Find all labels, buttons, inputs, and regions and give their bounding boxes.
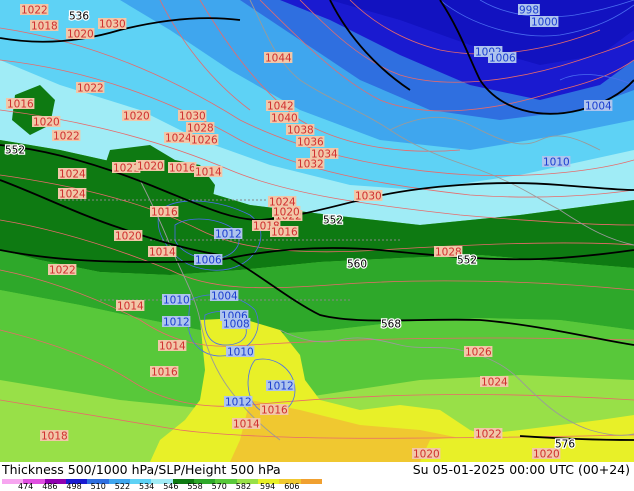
pressure-label: 1004 <box>585 101 612 113</box>
height-label: 552 <box>457 255 477 267</box>
pressure-label: 1012 <box>225 397 252 409</box>
pressure-label: 1010 <box>227 347 254 359</box>
pressure-label: 1036 <box>297 137 324 149</box>
pressure-label: 1018 <box>31 21 58 33</box>
pressure-label: 1024 <box>481 377 508 389</box>
thickness-legend: 474 486 498 510 522 534 546 558 570 582 594 606 <box>2 479 322 491</box>
pressure-label: 1020 <box>413 449 440 461</box>
footer: Thickness 500/1000 hPa/SLP/Height 500 hP… <box>0 462 634 491</box>
pressure-label: 1040 <box>271 113 298 125</box>
pressure-label: 1022 <box>77 83 104 95</box>
pressure-label: 1016 <box>7 99 34 111</box>
valid-time: Su 05-01-2025 00:00 UTC (00+24) <box>412 462 630 477</box>
pressure-label: 1042 <box>267 101 294 113</box>
height-label: 568 <box>381 319 401 331</box>
pressure-label: 1020 <box>115 231 142 243</box>
pressure-label: 1008 <box>223 319 250 331</box>
pressure-label: 1020 <box>67 29 94 41</box>
pressure-label: 1012 <box>163 317 190 329</box>
pressure-label: 1026 <box>465 347 492 359</box>
pressure-label: 1012 <box>215 229 242 241</box>
height-label: 552 <box>5 145 25 157</box>
pressure-label: 1020 <box>123 111 150 123</box>
pressure-label: 1038 <box>287 125 314 137</box>
pressure-label: 1022 <box>21 5 48 17</box>
pressure-label: 1022 <box>53 131 80 143</box>
pressure-label: 1024 <box>59 189 86 201</box>
pressure-label: 1022 <box>475 429 502 441</box>
pressure-label: 1022 <box>49 265 76 277</box>
pressure-label: 1014 <box>233 419 260 431</box>
map-canvas: 1022536103010181020104499810001002100610… <box>0 0 634 462</box>
pressure-label: 1030 <box>355 191 382 203</box>
pressure-label: 1000 <box>531 17 558 29</box>
pressure-label: 1016 <box>261 405 288 417</box>
pressure-label: 1004 <box>211 291 238 303</box>
pressure-label: 1020 <box>137 161 164 173</box>
pressure-label: 1018 <box>41 431 68 443</box>
map-title: Thickness 500/1000 hPa/SLP/Height 500 hP… <box>2 462 281 477</box>
pressure-label: 1014 <box>149 247 176 259</box>
pressure-label: 1024 <box>165 133 192 145</box>
height-label: 576 <box>555 439 575 451</box>
pressure-label: 1026 <box>191 135 218 147</box>
pressure-label: 1021 <box>113 163 140 175</box>
height-label: 536 <box>69 11 89 23</box>
pressure-label: 1020 <box>33 117 60 129</box>
pressure-label: 1006 <box>195 255 222 267</box>
height-label: 552 <box>323 215 343 227</box>
weather-map: 1022536103010181020104499810001002100610… <box>0 0 634 462</box>
pressure-label: 1016 <box>169 163 196 175</box>
pressure-label: 1010 <box>163 295 190 307</box>
pressure-label: 1020 <box>273 207 300 219</box>
pressure-label: 1006 <box>489 53 516 65</box>
pressure-label: 1010 <box>543 157 570 169</box>
pressure-label: 1016 <box>151 207 178 219</box>
pressure-label: 1030 <box>99 19 126 31</box>
pressure-label: 1012 <box>267 381 294 393</box>
pressure-label: 1030 <box>179 111 206 123</box>
height-label: 560 <box>347 259 367 271</box>
pressure-label: 1024 <box>59 169 86 181</box>
pressure-label: 998 <box>519 5 539 17</box>
pressure-label: 1016 <box>151 367 178 379</box>
pressure-label: 1014 <box>195 167 222 179</box>
pressure-label: 1032 <box>297 159 324 171</box>
thickness-fill <box>0 0 634 462</box>
pressure-label: 1014 <box>117 301 144 313</box>
pressure-label: 1044 <box>265 53 292 65</box>
pressure-label: 1016 <box>271 227 298 239</box>
pressure-label: 1014 <box>159 341 186 353</box>
